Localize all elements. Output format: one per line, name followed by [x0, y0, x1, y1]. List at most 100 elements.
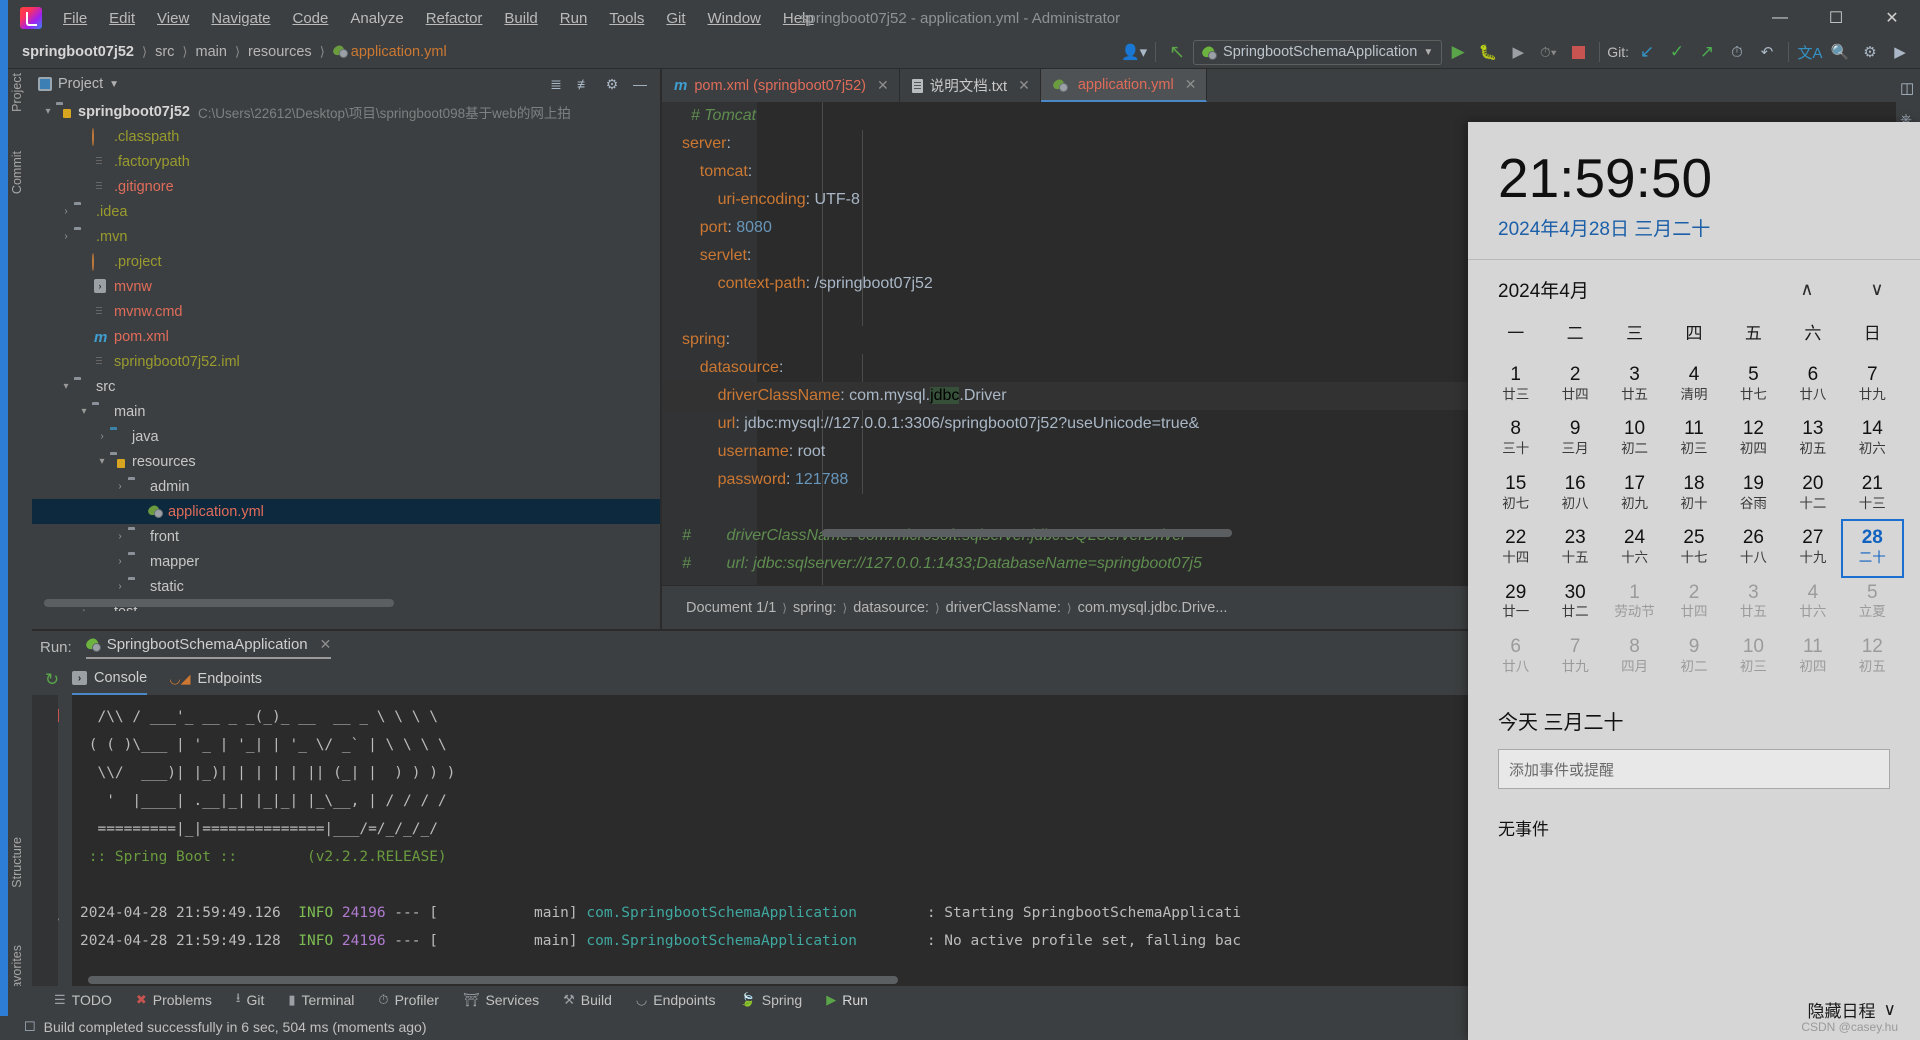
- calendar-day-cell[interactable]: 8 四月: [1605, 630, 1664, 684]
- menu-help[interactable]: Help: [772, 6, 825, 31]
- collapse-all-icon[interactable]: ≢: [574, 76, 594, 92]
- profile-dropdown-icon[interactable]: ⏱▾: [1534, 39, 1562, 65]
- menu-run[interactable]: Run: [549, 6, 599, 31]
- run-button[interactable]: ▶: [1444, 39, 1472, 65]
- menu-analyze[interactable]: Analyze: [339, 6, 414, 31]
- editor-breadcrumb-item[interactable]: spring:: [793, 600, 837, 616]
- tree-row[interactable]: › front: [32, 524, 660, 549]
- bottom-tab-terminal[interactable]: ▮ Terminal: [276, 990, 366, 1010]
- close-button[interactable]: ✕: [1864, 0, 1920, 36]
- tool-window-structure[interactable]: Structure: [10, 837, 24, 888]
- calendar-day-cell[interactable]: 3 廿五: [1605, 358, 1664, 412]
- editor-horizontal-scrollbar[interactable]: [822, 529, 1232, 537]
- tool-window-commit[interactable]: Commit: [10, 151, 24, 194]
- tree-row[interactable]: springboot07j52.iml: [32, 349, 660, 374]
- tree-row[interactable]: › .mvn: [32, 224, 660, 249]
- calendar-day-cell[interactable]: 4 清明: [1664, 358, 1723, 412]
- calendar-day-cell[interactable]: 17 初九: [1605, 467, 1664, 521]
- gear-icon[interactable]: ⚙: [602, 76, 622, 93]
- editor-breadcrumb-item[interactable]: datasource:: [853, 600, 929, 616]
- chevron-right-icon[interactable]: ›: [112, 581, 128, 592]
- calendar-day-cell[interactable]: 22 十四: [1486, 521, 1545, 575]
- calendar-day-cell[interactable]: 10 初二: [1605, 412, 1664, 466]
- translate-icon[interactable]: 文A: [1796, 39, 1824, 65]
- chevron-down-icon[interactable]: ▾: [76, 406, 92, 417]
- menu-window[interactable]: Window: [697, 6, 772, 31]
- calendar-day-cell[interactable]: 9 三月: [1545, 412, 1604, 466]
- calendar-day-cell[interactable]: 14 初六: [1843, 412, 1902, 466]
- stop-button[interactable]: [1564, 39, 1592, 65]
- hide-panel-icon[interactable]: —: [630, 76, 650, 92]
- calendar-day-cell[interactable]: 10 初三: [1724, 630, 1783, 684]
- calendar-day-cell[interactable]: 20 十二: [1783, 467, 1842, 521]
- user-account-icon[interactable]: 👤▾: [1120, 39, 1148, 65]
- calendar-day-cell[interactable]: 11 初四: [1783, 630, 1842, 684]
- bottom-tab-todo[interactable]: ☰ TODO: [42, 990, 124, 1010]
- calendar-day-cell[interactable]: 5 立夏: [1843, 576, 1902, 630]
- minimize-button[interactable]: —: [1752, 0, 1808, 36]
- tree-row[interactable]: ▾ src: [32, 374, 660, 399]
- calendar-day-cell[interactable]: 9 初二: [1664, 630, 1723, 684]
- back-arrow-icon[interactable]: ↖: [1163, 39, 1191, 65]
- tree-row[interactable]: › java: [32, 424, 660, 449]
- chevron-right-icon[interactable]: ›: [112, 531, 128, 542]
- menu-build[interactable]: Build: [493, 6, 548, 31]
- chevron-down-icon[interactable]: ▾: [40, 106, 56, 117]
- chevron-right-icon[interactable]: ›: [112, 481, 128, 492]
- chevron-down-icon[interactable]: ∨: [1864, 279, 1890, 300]
- editor-breadcrumb-item[interactable]: Document 1/1: [686, 600, 776, 616]
- chevron-right-icon[interactable]: ›: [58, 206, 74, 217]
- console-horizontal-scrollbar[interactable]: [88, 976, 898, 984]
- tree-row[interactable]: › static: [32, 574, 660, 599]
- calendar-day-cell[interactable]: 29 廿一: [1486, 576, 1545, 630]
- bottom-tab-run[interactable]: ▶ Run: [814, 990, 880, 1010]
- editor-tab[interactable]: 说明文档.txt ✕: [900, 69, 1041, 102]
- calendar-day-cell[interactable]: 8 三十: [1486, 412, 1545, 466]
- bottom-tab-git[interactable]: ⭳ Git: [224, 987, 276, 1013]
- run-config-tab[interactable]: SpringbootSchemaApplication ✕: [85, 636, 332, 659]
- calendar-day-cell[interactable]: 28 二十: [1840, 519, 1904, 578]
- rerun-icon[interactable]: ↻: [41, 669, 63, 691]
- maximize-button[interactable]: ☐: [1808, 0, 1864, 36]
- tab-console[interactable]: › Console: [72, 663, 148, 695]
- tree-horizontal-scrollbar[interactable]: [44, 599, 394, 607]
- chevron-down-icon[interactable]: ▾: [94, 456, 110, 467]
- chevron-right-icon[interactable]: ›: [112, 556, 128, 567]
- tree-row[interactable]: application.yml: [32, 499, 660, 524]
- calendar-day-cell[interactable]: 16 初八: [1545, 467, 1604, 521]
- calendar-day-cell[interactable]: 12 初四: [1724, 412, 1783, 466]
- tree-row[interactable]: .classpath: [32, 124, 660, 149]
- hide-agenda-button[interactable]: 隐藏日程 ∨: [1808, 997, 1896, 1022]
- calendar-day-cell[interactable]: 7 廿九: [1545, 630, 1604, 684]
- menu-bar[interactable]: File Edit View Navigate Code Analyze Ref…: [52, 6, 825, 31]
- project-panel-title[interactable]: Project ▼: [38, 76, 119, 92]
- menu-git[interactable]: Git: [655, 6, 696, 31]
- calendar-day-cell[interactable]: 12 初五: [1843, 630, 1902, 684]
- calendar-day-cell[interactable]: 7 廿九: [1843, 358, 1902, 412]
- breadcrumb-file[interactable]: application.yml: [329, 42, 451, 62]
- calendar-day-cell[interactable]: 3 廿五: [1724, 576, 1783, 630]
- calendar-day-cell[interactable]: 4 廿六: [1783, 576, 1842, 630]
- git-commit-icon[interactable]: ✓: [1663, 39, 1691, 65]
- calendar-day-cell[interactable]: 15 初七: [1486, 467, 1545, 521]
- bottom-tab-services[interactable]: ⛩ Services: [451, 990, 551, 1010]
- expand-all-icon[interactable]: ≣: [546, 76, 566, 93]
- chevron-right-icon[interactable]: ›: [94, 431, 110, 442]
- calendar-day-cell[interactable]: 21 十三: [1843, 467, 1902, 521]
- bottom-tab-problems[interactable]: ✖ Problems: [124, 990, 224, 1010]
- menu-tools[interactable]: Tools: [598, 6, 655, 31]
- menu-edit[interactable]: Edit: [98, 6, 146, 31]
- chevron-up-icon[interactable]: ∧: [1794, 279, 1820, 300]
- search-icon[interactable]: 🔍: [1826, 39, 1854, 65]
- menu-view[interactable]: View: [146, 6, 200, 31]
- calendar-day-cell[interactable]: 30 廿二: [1545, 576, 1604, 630]
- menu-code[interactable]: Code: [281, 6, 339, 31]
- calendar-day-grid[interactable]: 1 廿三 2 廿四 3 廿五 4 清明 5 廿七 6 廿八 7 廿九 8 三十 9 三月 10 初二 11 初三 12 初四 1…: [1486, 358, 1904, 685]
- editor-breadcrumb-item[interactable]: com.mysql.jdbc.Drive...: [1078, 600, 1228, 616]
- editor-tab[interactable]: m pom.xml (springboot07j52) ✕: [662, 69, 900, 102]
- calendar-day-cell[interactable]: 25 十七: [1664, 521, 1723, 575]
- gear-icon[interactable]: ⚙: [1856, 39, 1884, 65]
- tree-row[interactable]: m pom.xml: [32, 324, 660, 349]
- calendar-day-cell[interactable]: 18 初十: [1664, 467, 1723, 521]
- tab-endpoints[interactable]: ◡◢ Endpoints: [169, 663, 262, 695]
